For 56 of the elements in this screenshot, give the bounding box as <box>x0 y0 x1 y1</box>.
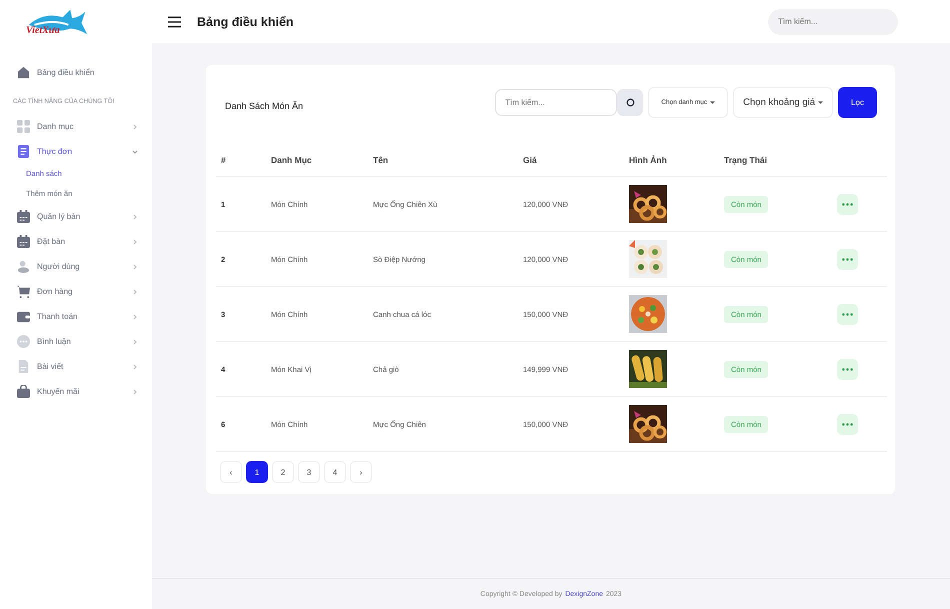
document-icon <box>17 145 30 158</box>
search-icon <box>626 98 635 107</box>
page-title: Bảng điều khiển <box>197 14 295 28</box>
calendar-icon <box>17 210 30 223</box>
wallet-icon <box>17 310 30 323</box>
users-icon <box>17 260 30 273</box>
search-field[interactable]: Tìm kiếm... <box>495 89 618 116</box>
filter-button[interactable]: Lọc <box>838 87 877 118</box>
column-header: # <box>221 155 227 165</box>
more-icon <box>842 368 853 370</box>
column-header: Tên <box>373 155 390 165</box>
price-dropdown[interactable]: Chọn khoảng giá <box>733 87 833 118</box>
sidebar-item[interactable]: Bảng điều khiển <box>0 60 152 85</box>
previous-page-button[interactable]: ‹ <box>220 461 242 483</box>
sidebar-item[interactable]: Khuyến mãi <box>0 379 152 404</box>
sidebar-item[interactable]: Bài viết <box>0 354 152 379</box>
more-button[interactable] <box>837 304 858 324</box>
sidebar-item[interactable]: Thanh toán <box>0 304 152 329</box>
grid-icon <box>17 120 30 133</box>
sidebar-item[interactable]: Người dùng <box>0 254 152 279</box>
column-header: Giá <box>523 155 538 165</box>
sidebar-item[interactable]: Danh mục <box>0 114 152 139</box>
more-icon <box>842 258 853 260</box>
caret-icon <box>818 100 823 104</box>
menu-icon[interactable] <box>168 16 181 28</box>
more-icon <box>842 312 853 316</box>
more-button[interactable] <box>837 194 858 214</box>
sidebar-item[interactable]: Đặt bàn <box>0 229 152 254</box>
sidebar-item[interactable]: Đơn hàng <box>0 279 152 304</box>
next-page-button[interactable]: › <box>350 461 372 483</box>
more-icon <box>842 422 853 426</box>
caret-icon <box>710 100 716 104</box>
more-button[interactable] <box>837 358 858 380</box>
more-button[interactable] <box>837 414 858 434</box>
sidebar-item[interactable]: Thực đơn <box>0 139 152 164</box>
card-title: Danh Sách Món Ăn <box>225 100 304 110</box>
page-button[interactable]: 1 <box>246 461 268 483</box>
page-button[interactable]: 4 <box>324 461 346 483</box>
search-field[interactable]: Tìm kiếm... <box>768 8 898 34</box>
more-icon <box>842 202 853 206</box>
column-header: Trạng Thái <box>724 155 768 165</box>
bag-icon <box>17 385 30 398</box>
sidebar-item[interactable]: Bình luận <box>0 329 152 354</box>
chat-icon <box>17 335 30 348</box>
home-icon <box>17 66 30 79</box>
search-button[interactable] <box>617 89 644 116</box>
logo-text: VietXưa <box>26 25 60 36</box>
column-header: Danh Mục <box>271 155 313 165</box>
calendar-icon <box>17 235 30 248</box>
page-button[interactable]: 3 <box>298 461 320 483</box>
column-header: Hình Ảnh <box>629 155 668 165</box>
page-button[interactable]: 2 <box>272 461 294 483</box>
file-icon <box>17 360 30 373</box>
sidebar-item[interactable]: Quản lý bàn <box>0 204 152 229</box>
cart-icon <box>17 285 30 298</box>
more-button[interactable] <box>837 248 858 270</box>
